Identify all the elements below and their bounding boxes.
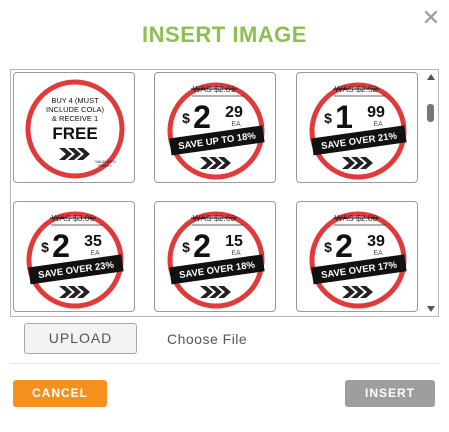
price-tag-image: WAS $3.06$ 2 35EASAVE OVER 23% [26, 211, 124, 309]
price-cents: 15 [225, 233, 243, 250]
price-dollar-sign: $ [324, 239, 332, 255]
promo-headline: FREE [52, 124, 97, 143]
price-unit: EA [231, 250, 241, 257]
gallery-thumbnail[interactable]: WAS $2.52 $1 99 EA SAVE OVER 21% [296, 72, 418, 183]
promo-line: INCLUDE COLA) [46, 105, 104, 114]
footer-divider [10, 363, 439, 364]
price-unit: EA [90, 250, 100, 257]
image-gallery: BUY 4 (MUST INCLUDE COLA) & RECEIVE 1 FREE *… [10, 69, 439, 317]
scroll-thumb[interactable] [427, 104, 434, 122]
dialog-title: INSERT IMAGE [142, 22, 307, 47]
price-unit: EA [373, 121, 383, 128]
price-dollars: 1 [335, 99, 353, 135]
insert-button[interactable]: INSERT [345, 380, 435, 407]
price-tag-image: BUY 4 (MUSTINCLUDE COLA)& RECEIVE 1FREE*… [25, 79, 125, 179]
upload-button[interactable]: UPLOAD [24, 323, 137, 354]
price-cents: 29 [225, 104, 243, 121]
choose-file-link[interactable]: Choose File [167, 331, 247, 347]
price-dollar-sign: $ [324, 110, 332, 126]
promo-fineprint: PURCH. [98, 164, 111, 168]
gallery-thumbnail[interactable]: WAS $2.81 $2 29 EA SAVE UP TO 18% [154, 72, 276, 183]
cancel-button[interactable]: CANCEL [13, 380, 107, 407]
price-tag-image: WAS $2.63$ 2 15EASAVE OVER 18% [167, 211, 265, 309]
price-dollars: 2 [193, 228, 211, 264]
price-cents: 99 [367, 104, 385, 121]
gallery-scrollbar[interactable] [423, 70, 438, 316]
price-dollar-sign: $ [182, 110, 190, 126]
price-tag-image: WAS $2.52$ 1 99EASAVE OVER 21% [309, 82, 407, 180]
price-dollars: 2 [335, 228, 353, 264]
price-unit: EA [231, 121, 241, 128]
gallery-thumbnail[interactable]: WAS $3.06 $2 35 EA SAVE OVER 23% [13, 201, 135, 312]
price-unit: EA [373, 250, 383, 257]
gallery-thumbnail[interactable]: WAS $2.88 $2 39 EA SAVE OVER 17% [296, 201, 418, 312]
scroll-up-icon[interactable] [427, 74, 435, 80]
insert-image-dialog: ✕ INSERT IMAGE BUY 4 (MUST INCLUDE COLA) &… [0, 0, 449, 432]
price-dollars: 2 [52, 228, 70, 264]
price-tag-image: WAS $2.88$ 2 39EASAVE OVER 17% [309, 211, 407, 309]
price-dollars: 2 [193, 99, 211, 135]
gallery-thumbnail[interactable]: BUY 4 (MUST INCLUDE COLA) & RECEIVE 1 FREE *… [13, 72, 135, 183]
promo-line: & RECEIVE 1 [52, 114, 98, 123]
price-dollar-sign: $ [41, 239, 49, 255]
price-tag-image: WAS $2.81$ 2 29EASAVE UP TO 18% [167, 82, 265, 180]
price-cents: 39 [367, 233, 385, 250]
gallery-thumbnail[interactable]: WAS $2.63 $2 15 EA SAVE OVER 18% [154, 201, 276, 312]
scroll-down-icon[interactable] [427, 306, 435, 312]
price-cents: 35 [84, 233, 102, 250]
promo-line: BUY 4 (MUST [51, 96, 99, 105]
price-dollar-sign: $ [182, 239, 190, 255]
